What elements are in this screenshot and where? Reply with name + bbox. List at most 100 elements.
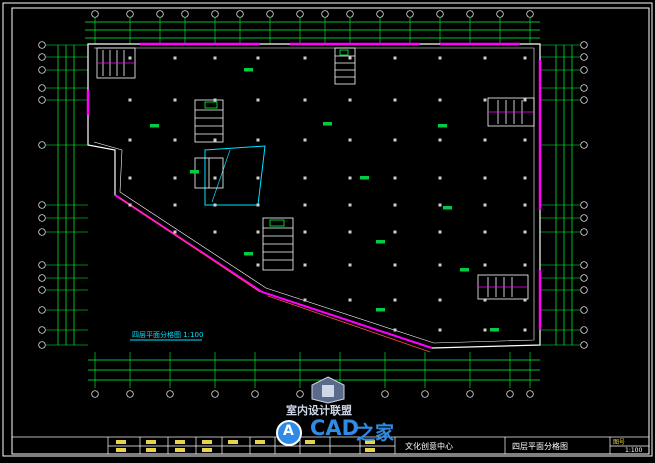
- top-axis-bubble: [211, 10, 219, 18]
- right-axis-bubble: [580, 96, 588, 104]
- top-axis-bubble: [181, 10, 189, 18]
- column: [303, 98, 307, 102]
- column: [483, 328, 487, 332]
- column: [393, 176, 397, 180]
- drawing-title: 四层平面分格图: [512, 441, 568, 451]
- column: [128, 98, 132, 102]
- top-axis-bubble: [346, 10, 354, 18]
- column: [438, 138, 442, 142]
- bottom-axis-bubble: [296, 390, 304, 398]
- top-axis-bubble: [126, 10, 134, 18]
- room-tag: [490, 328, 499, 332]
- column: [348, 298, 352, 302]
- column: [393, 263, 397, 267]
- stair-core-south: [262, 217, 294, 271]
- right-axis-bubble: [580, 53, 588, 61]
- column: [303, 298, 307, 302]
- column: [213, 98, 217, 102]
- column: [393, 230, 397, 234]
- left-axis-bubbles: [38, 41, 88, 349]
- column: [348, 203, 352, 207]
- top-axis-bubble: [526, 10, 534, 18]
- column: [438, 56, 442, 60]
- column: [173, 138, 177, 142]
- bottom-axis-bubble: [211, 390, 219, 398]
- room-tags: [150, 68, 499, 332]
- column: [483, 98, 487, 102]
- right-dimension-lines: [555, 45, 573, 345]
- left-axis-bubble: [38, 286, 46, 294]
- column: [438, 298, 442, 302]
- bottom-axis-bubble: [126, 390, 134, 398]
- left-axis-bubble: [38, 306, 46, 314]
- column: [523, 176, 527, 180]
- column: [256, 263, 260, 267]
- column: [523, 230, 527, 234]
- column: [438, 263, 442, 267]
- column: [303, 138, 307, 142]
- top-axis-bubble: [496, 10, 504, 18]
- column: [523, 328, 527, 332]
- column: [173, 230, 177, 234]
- project-name: 文化创意中心: [405, 441, 453, 451]
- room-tag: [460, 268, 469, 272]
- room-tag: [244, 68, 253, 72]
- room-tag: [443, 206, 452, 210]
- structural-columns: [128, 56, 527, 332]
- watermark-brand-badge: A: [276, 420, 302, 446]
- column: [438, 230, 442, 234]
- column: [483, 263, 487, 267]
- column: [438, 98, 442, 102]
- column: [483, 56, 487, 60]
- stair-core-center: [194, 99, 224, 143]
- column: [256, 230, 260, 234]
- column: [438, 328, 442, 332]
- room-tag: [150, 124, 159, 128]
- column: [483, 138, 487, 142]
- right-axis-bubble: [580, 306, 588, 314]
- bottom-axis-bubble: [421, 390, 429, 398]
- bottom-axis-bubble: [166, 390, 174, 398]
- stair-core-northwest: [96, 47, 136, 79]
- top-axis-bubble: [436, 10, 444, 18]
- column: [303, 230, 307, 234]
- top-axis-bubble: [91, 10, 99, 18]
- watermark-logo-icon: [311, 376, 345, 404]
- bottom-axis-bubble: [91, 390, 99, 398]
- top-dimension-lines: [85, 21, 540, 39]
- column: [348, 230, 352, 234]
- room-tag: [323, 122, 332, 126]
- left-axis-bubble: [38, 96, 46, 104]
- top-axis-bubbles: [91, 10, 534, 44]
- right-axis-bubble: [580, 201, 588, 209]
- column: [393, 328, 397, 332]
- left-axis-bubble: [38, 214, 46, 222]
- left-axis-bubble: [38, 41, 46, 49]
- column: [256, 176, 260, 180]
- watermark-brand-latin: CAD: [310, 416, 360, 440]
- column: [483, 230, 487, 234]
- column: [303, 176, 307, 180]
- column: [173, 98, 177, 102]
- right-axis-bubble: [580, 228, 588, 236]
- column: [303, 263, 307, 267]
- column: [348, 56, 352, 60]
- left-axis-bubble: [38, 341, 46, 349]
- column: [348, 98, 352, 102]
- stair-core-north: [334, 47, 356, 85]
- left-axis-bubble: [38, 53, 46, 61]
- left-dimension-lines: [57, 45, 75, 345]
- column: [393, 203, 397, 207]
- building-outline-inner: [93, 47, 535, 344]
- left-axis-bubble: [38, 66, 46, 74]
- column: [523, 56, 527, 60]
- column: [128, 138, 132, 142]
- top-axis-bubble: [296, 10, 304, 18]
- right-axis-bubble: [580, 261, 588, 269]
- column: [393, 56, 397, 60]
- column: [523, 263, 527, 267]
- top-axis-bubble: [236, 10, 244, 18]
- bottom-axis-bubble: [251, 390, 259, 398]
- column: [348, 176, 352, 180]
- column: [303, 56, 307, 60]
